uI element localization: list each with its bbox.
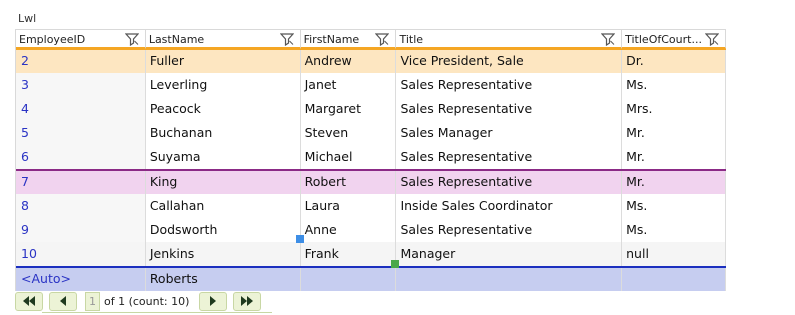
prev-page-button[interactable] xyxy=(49,291,77,311)
cell-title[interactable]: Inside Sales Coordinator xyxy=(396,194,623,218)
first-page-button[interactable] xyxy=(15,291,43,311)
table-row-highlighted[interactable]: 7 King Robert Sales Representative Mr. xyxy=(16,169,726,194)
cell-lastname[interactable]: Callahan xyxy=(145,194,301,218)
cell-lastname[interactable]: Fuller xyxy=(145,50,301,73)
grid-header: EmployeeID LastName FirstName Title Titl… xyxy=(16,29,726,49)
cell-title[interactable]: Sales Manager xyxy=(396,121,623,145)
cell-titleofcourtesy[interactable]: Mr. xyxy=(622,145,726,169)
cell-titleofcourtesy[interactable]: Mr. xyxy=(622,121,726,145)
cell-employeeid[interactable]: 7 xyxy=(16,171,146,194)
cell-titleofcourtesy[interactable]: Ms. xyxy=(622,73,726,97)
cell-firstname[interactable]: Laura xyxy=(300,194,397,218)
filter-funnel-icon[interactable] xyxy=(704,32,719,46)
next-page-icon xyxy=(210,296,217,306)
filter-funnel-icon[interactable] xyxy=(375,32,390,46)
employee-grid[interactable]: EmployeeID LastName FirstName Title Titl… xyxy=(15,29,726,291)
cell-firstname[interactable]: Frank xyxy=(300,242,397,266)
cell-employeeid[interactable]: 3 xyxy=(16,73,146,97)
filter-funnel-icon[interactable] xyxy=(124,32,139,46)
table-row-current[interactable]: 10 Jenkins Frank Manager null xyxy=(16,242,726,266)
new-row[interactable]: <Auto> Roberts xyxy=(16,266,726,291)
column-header-label: EmployeeID xyxy=(19,33,86,46)
column-header-label: FirstName xyxy=(303,33,360,46)
cell-firstname[interactable]: Margaret xyxy=(300,97,397,121)
prev-page-icon xyxy=(60,296,66,306)
last-page-icon xyxy=(241,296,254,306)
table-row-selected[interactable]: 2 Fuller Andrew Vice President, Sale Dr. xyxy=(16,48,726,73)
next-page-button[interactable] xyxy=(199,291,228,311)
cell-lastname[interactable]: Peacock xyxy=(145,97,301,121)
cell-firstname[interactable] xyxy=(300,268,397,291)
page-number-input[interactable]: 1 xyxy=(85,291,100,311)
cell-lastname[interactable]: Dodsworth xyxy=(145,218,301,242)
filter-funnel-icon[interactable] xyxy=(601,32,616,46)
cell-firstname[interactable]: Janet xyxy=(300,73,397,97)
cell-titleofcourtesy[interactable]: Mr. xyxy=(622,171,726,194)
cell-lastname[interactable]: Leverling xyxy=(145,73,301,97)
last-page-button[interactable] xyxy=(233,291,262,311)
column-header-label: TitleOfCourt... xyxy=(625,33,702,46)
cell-employeeid[interactable]: 9 xyxy=(16,218,146,242)
cell-employeeid[interactable]: 2 xyxy=(16,50,146,73)
window-title: Lwl xyxy=(18,12,37,25)
column-header-title[interactable]: Title xyxy=(396,30,623,49)
table-row[interactable]: 4 Peacock Margaret Sales Representative … xyxy=(16,97,726,121)
cell-title[interactable]: Sales Representative xyxy=(396,73,623,97)
filter-funnel-icon[interactable] xyxy=(279,32,294,46)
cell-firstname[interactable]: Steven xyxy=(300,121,397,145)
cell-firstname[interactable]: Robert xyxy=(300,171,397,194)
column-header-titleofcourtesy[interactable]: TitleOfCourt... xyxy=(622,30,726,49)
cell-employeeid[interactable]: <Auto> xyxy=(16,268,146,291)
column-header-firstname[interactable]: FirstName xyxy=(300,30,397,49)
cell-titleofcourtesy[interactable]: Ms. xyxy=(622,194,726,218)
cell-employeeid[interactable]: 8 xyxy=(16,194,146,218)
cell-title[interactable]: Sales Representative xyxy=(396,218,623,242)
cell-lastname[interactable]: King xyxy=(145,171,301,194)
column-header-label: LastName xyxy=(148,33,205,46)
column-header-employeeid[interactable]: EmployeeID xyxy=(16,30,146,49)
cell-titleofcourtesy[interactable]: null xyxy=(622,242,726,266)
cell-titleofcourtesy[interactable]: Dr. xyxy=(622,50,726,73)
table-row[interactable]: 3 Leverling Janet Sales Representative M… xyxy=(16,73,726,97)
cell-employeeid[interactable]: 4 xyxy=(16,97,146,121)
cell-lastname[interactable]: Suyama xyxy=(145,145,301,169)
cell-titleofcourtesy[interactable]: Mrs. xyxy=(622,97,726,121)
cell-titleofcourtesy[interactable] xyxy=(622,268,726,291)
cell-lastname[interactable]: Jenkins xyxy=(145,242,301,266)
cell-firstname[interactable]: Michael xyxy=(300,145,397,169)
table-row[interactable]: 5 Buchanan Steven Sales Manager Mr. xyxy=(16,121,726,145)
first-page-icon xyxy=(23,296,35,306)
cell-lastname[interactable]: Buchanan xyxy=(145,121,301,145)
cell-title[interactable]: Sales Representative xyxy=(396,97,623,121)
column-header-lastname[interactable]: LastName xyxy=(145,30,301,49)
page-count-label: of 1 (count: 10) xyxy=(104,294,190,308)
cell-title[interactable]: Vice President, Sale xyxy=(396,50,623,73)
cell-firstname[interactable]: Anne xyxy=(300,218,397,242)
cell-firstname[interactable]: Andrew xyxy=(300,50,397,73)
column-header-label: Title xyxy=(399,33,424,46)
pager: 1 of 1 (count: 10) xyxy=(15,291,267,311)
cell-title[interactable]: Sales Representative xyxy=(396,145,623,169)
table-row[interactable]: 6 Suyama Michael Sales Representative Mr… xyxy=(16,145,726,169)
cell-employeeid[interactable]: 10 xyxy=(16,242,146,266)
cell-employeeid[interactable]: 6 xyxy=(16,145,146,169)
cell-lastname[interactable]: Roberts xyxy=(145,268,301,291)
table-row[interactable]: 9 Dodsworth Anne Sales Representative Ms… xyxy=(16,218,726,242)
cell-titleofcourtesy[interactable]: Ms. xyxy=(622,218,726,242)
fill-handle[interactable] xyxy=(391,260,399,268)
cell-title[interactable]: Manager xyxy=(396,242,623,266)
cell-employeeid[interactable]: 5 xyxy=(16,121,146,145)
cell-title[interactable]: Sales Representative xyxy=(396,171,623,194)
table-row[interactable]: 8 Callahan Laura Inside Sales Coordinato… xyxy=(16,194,726,218)
selection-handle[interactable] xyxy=(296,235,304,243)
cell-title[interactable] xyxy=(396,268,623,291)
